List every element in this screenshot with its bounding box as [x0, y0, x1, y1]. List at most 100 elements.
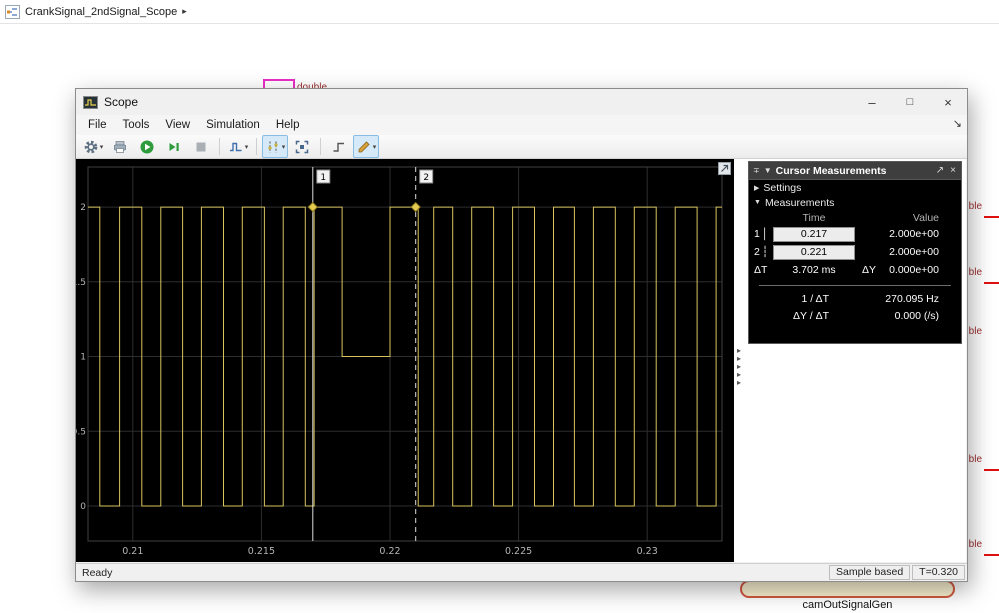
expand-axes-icon[interactable] — [718, 162, 731, 175]
y-tick-label: 0.5 — [76, 427, 86, 437]
gear-icon — [84, 140, 98, 153]
cursor1-label: 1 │ — [749, 228, 771, 240]
panel-close-icon[interactable]: × — [949, 165, 957, 176]
toolbar-separator — [219, 138, 220, 155]
pencil-icon — [358, 140, 370, 152]
run-button[interactable] — [134, 135, 160, 158]
configuration-properties-button[interactable]: ▾ — [80, 135, 106, 158]
scope-window-icon — [83, 95, 98, 109]
close-button[interactable]: × — [929, 89, 967, 115]
measurements-arrow-icon: ▼ — [754, 199, 761, 206]
panel-pin-icon[interactable]: ∓ — [753, 166, 760, 175]
menu-view[interactable]: View — [157, 119, 198, 131]
menu-help[interactable]: Help — [268, 119, 308, 131]
plot-area: 1 2 0.21 0.215 0.22 0.225 0.23 0 0.5 1 1.5 2 — [72, 159, 734, 562]
status-sample-mode: Sample based — [829, 565, 911, 580]
breadcrumb-arrow-icon: ▸ — [182, 6, 187, 16]
x-tick-label: 0.22 — [379, 546, 400, 557]
window-title: Scope — [104, 95, 139, 109]
breadcrumb[interactable]: CrankSignal_2ndSignal_Scope ▸ — [0, 0, 999, 24]
cursor2-row: 2 ┆ 2.000e+00 — [749, 243, 961, 261]
stop-button[interactable] — [188, 135, 214, 158]
dock-arrow-icon[interactable]: ↘ — [953, 117, 962, 130]
cursor-measurements-button[interactable]: ▾ — [262, 135, 288, 158]
measurements-label: Measurements — [764, 196, 835, 209]
signal-style-icon — [229, 142, 242, 151]
cursor1-value: 2.000e+00 — [889, 228, 939, 240]
delta-t-value: 3.702 ms — [792, 264, 836, 276]
frequency-value: 270.095 Hz — [885, 292, 939, 305]
cursor1-number: 1 — [754, 228, 760, 240]
menu-simulation[interactable]: Simulation — [198, 119, 268, 131]
status-ready: Ready — [82, 566, 113, 579]
cursor-1-marker[interactable] — [307, 201, 319, 213]
trigger-button[interactable] — [326, 135, 352, 158]
plot-border — [87, 166, 723, 542]
maximize-button[interactable]: □ — [891, 89, 929, 115]
fit-to-view-button[interactable] — [289, 135, 315, 158]
menu-file[interactable]: File — [80, 119, 115, 131]
minimize-button[interactable]: – — [853, 89, 891, 115]
waveform-plot[interactable]: 1 2 0.21 0.215 0.22 0.225 0.23 0 0.5 1 1.5 2 — [72, 159, 734, 562]
y-tick-label: 1 — [80, 353, 86, 363]
x-tick-label: 0.225 — [505, 546, 532, 557]
print-button[interactable] — [107, 135, 133, 158]
slope-label: ΔY / ΔT — [792, 309, 829, 322]
measurements-button[interactable]: ▾ — [353, 135, 379, 158]
panel-header[interactable]: ∓ ▼ Cursor Measurements ↗ × — [749, 162, 961, 180]
stop-icon — [196, 142, 206, 151]
cam-out-signal-gen-block[interactable] — [740, 580, 955, 598]
step-forward-icon — [169, 142, 179, 151]
splitter-arrow-icon: ▸ — [736, 378, 741, 387]
scope-window: Scope – □ × File Tools View Simulation H… — [72, 88, 968, 582]
settings-label: Settings — [763, 181, 802, 194]
settings-section-toggle[interactable]: ▶ Settings — [749, 180, 961, 195]
time-column-header: Time — [802, 211, 826, 224]
measurements-table-header: Time Value — [749, 210, 961, 225]
signal-line — [984, 216, 999, 218]
x-tick-label: 0.23 — [637, 546, 658, 557]
frequency-row: 1 / ΔT 270.095 Hz — [749, 290, 961, 307]
slope-value: 0.000 (/s) — [894, 309, 939, 322]
titlebar[interactable]: Scope – □ × — [76, 89, 967, 115]
simulink-editor: CrankSignal_2ndSignal_Scope ▸ double dou… — [0, 0, 999, 613]
cursor2-time-input[interactable] — [773, 244, 855, 260]
cam-block-label: camOutSignalGen — [802, 599, 893, 611]
run-icon — [140, 140, 154, 153]
grid — [88, 167, 722, 541]
delta-y-value: 0.000e+00 — [889, 264, 939, 276]
frequency-label: 1 / ΔT — [801, 292, 829, 305]
model-icon — [5, 4, 20, 19]
dropdown-icon: ▾ — [244, 143, 249, 151]
cursor1-row: 1 │ 2.000e+00 — [749, 225, 961, 243]
step-forward-button[interactable] — [161, 135, 187, 158]
cursors-icon — [268, 141, 278, 152]
settings-arrow-icon: ▶ — [754, 184, 760, 192]
cursor2-label: 2 ┆ — [749, 246, 771, 258]
cursor2-value: 2.000e+00 — [889, 246, 939, 258]
panel-collapse-icon[interactable]: ▼ — [764, 166, 772, 175]
dropdown-icon: ▾ — [372, 143, 377, 151]
menubar: File Tools View Simulation Help ↘ — [76, 115, 967, 135]
panel-undock-icon[interactable]: ↗ — [935, 165, 945, 176]
menu-tools[interactable]: Tools — [115, 119, 158, 131]
status-sim-time: T=0.320 — [912, 565, 965, 580]
x-tick-label: 0.21 — [122, 546, 143, 557]
y-tick-label: 2 — [80, 203, 86, 213]
cursor1-time-input[interactable] — [773, 226, 855, 242]
dropdown-icon: ▾ — [99, 143, 104, 151]
trigger-icon — [333, 142, 344, 152]
delta-row: ΔT 3.702 ms ΔY 0.000e+00 — [749, 261, 961, 279]
dock-area: ▸ ▸ ▸ ▸ ▸ ∓ ▼ Cursor Measurements ↗ × ▶ … — [734, 159, 966, 562]
signal-line — [984, 554, 999, 556]
breadcrumb-model-name[interactable]: CrankSignal_2ndSignal_Scope — [25, 6, 177, 18]
cursor-1-flag-label: 1 — [320, 173, 326, 183]
cursor2-line-glyph: ┆ — [761, 246, 769, 258]
cursor-2-marker[interactable] — [410, 201, 421, 213]
cursor-2-flag-label: 2 — [423, 173, 429, 183]
style-button[interactable]: ▾ — [225, 135, 251, 158]
fit-to-view-icon — [295, 140, 309, 153]
measurements-section-toggle[interactable]: ▼ Measurements — [749, 195, 961, 210]
toolbar: ▾ ▾ ▾ ▾ — [76, 135, 967, 159]
dock-splitter-handle[interactable]: ▸ ▸ ▸ ▸ ▸ — [735, 347, 743, 387]
